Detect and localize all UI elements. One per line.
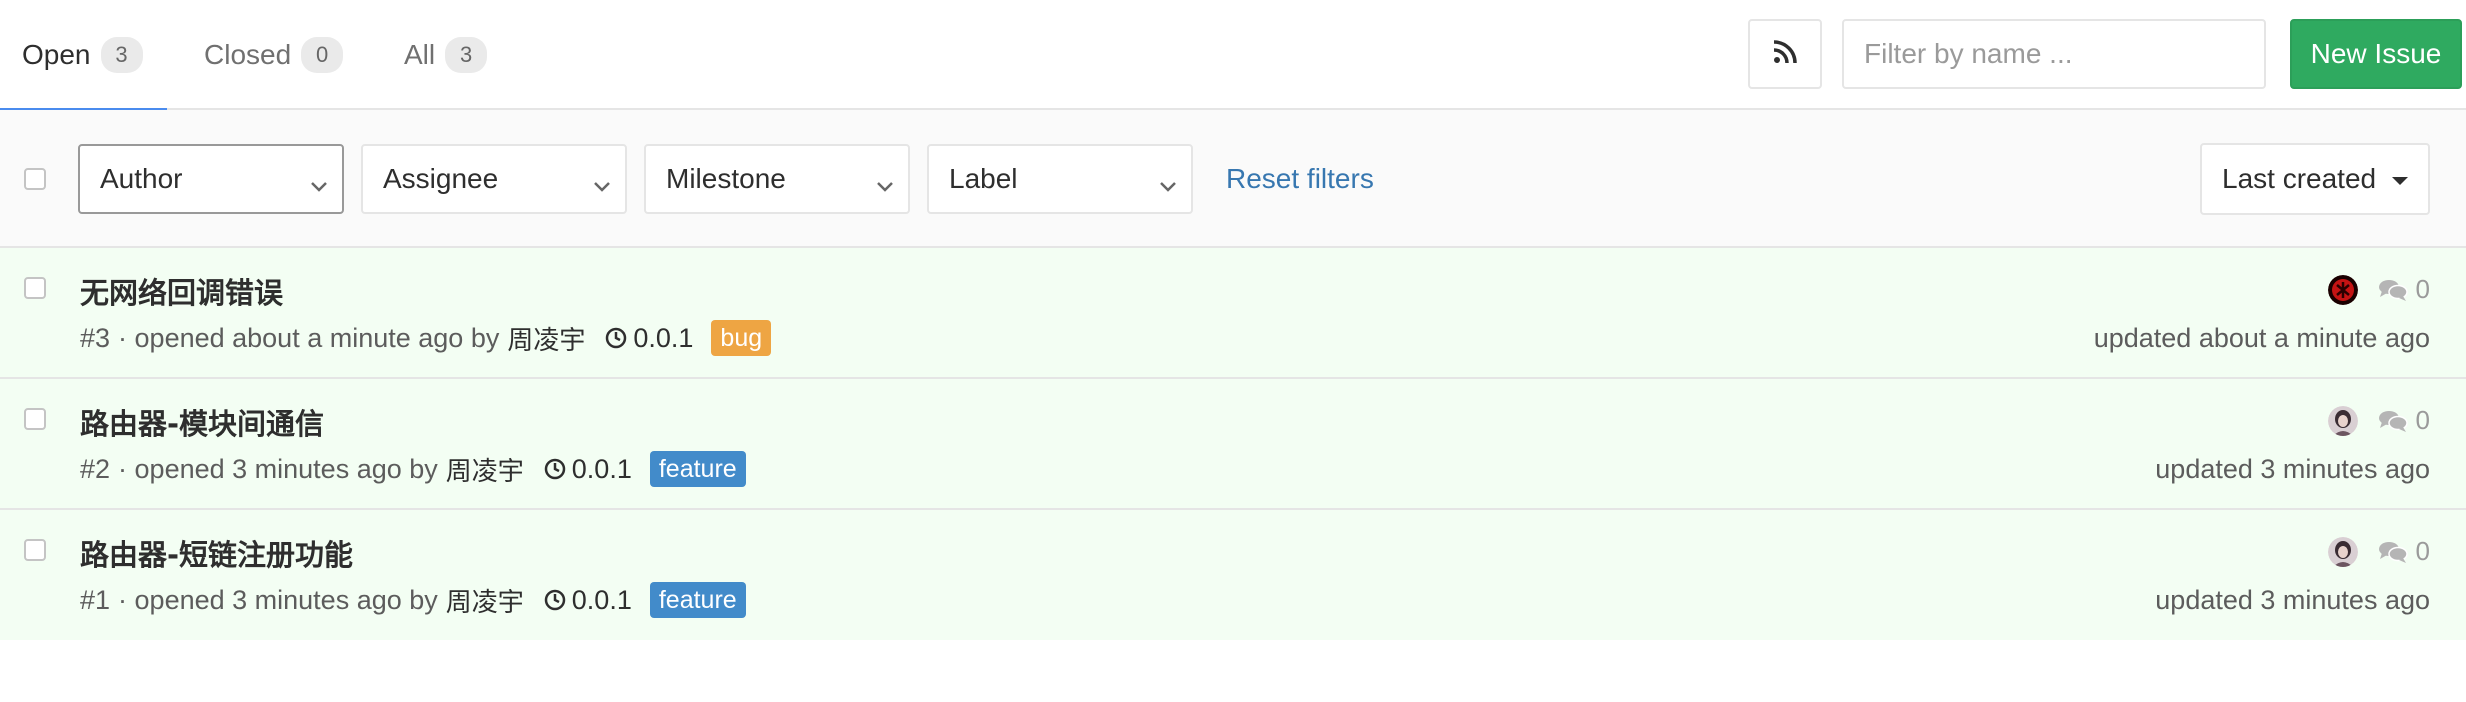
filters-bar: Author Assignee Milestone Label Reset fi…: [0, 110, 2466, 248]
milestone-dropdown-label: Milestone: [666, 163, 786, 194]
issue-checkbox[interactable]: [24, 408, 46, 430]
issue-checkbox[interactable]: [24, 277, 46, 299]
issue-updated: updated 3 minutes ago: [2155, 584, 2430, 615]
caret-down-icon: [2392, 177, 2408, 185]
issue-author-link[interactable]: 周凌宇: [507, 320, 585, 357]
rss-button[interactable]: [1748, 19, 1822, 89]
assignee-dropdown-label: Assignee: [383, 163, 499, 194]
issue-updated: updated about a minute ago: [2093, 322, 2430, 353]
issue-ref: #3: [80, 322, 111, 353]
issue-milestone[interactable]: 0.0.1: [544, 454, 632, 485]
issue-ref: #2: [80, 453, 111, 484]
tab-all-count: 3: [445, 37, 488, 73]
issue-right-info: 0: [2327, 536, 2430, 567]
avatar[interactable]: [2327, 274, 2358, 305]
milestone-dropdown[interactable]: Milestone: [644, 144, 910, 214]
chevron-down-icon: [310, 170, 328, 202]
issue-label-bug[interactable]: bug: [711, 320, 772, 356]
issue-milestone[interactable]: 0.0.1: [544, 585, 632, 616]
chevron-down-icon: [593, 170, 611, 202]
chevron-down-icon: [1159, 170, 1177, 202]
author-dropdown-label: Author: [100, 163, 183, 194]
comments-icon: [2378, 410, 2408, 432]
issue-checkbox[interactable]: [24, 539, 46, 561]
issue-opened-text: · opened 3 minutes ago by: [118, 453, 438, 484]
tab-all[interactable]: All 3: [382, 0, 509, 110]
issue-label-feature[interactable]: feature: [649, 451, 746, 487]
assignee-dropdown[interactable]: Assignee: [361, 144, 627, 214]
issue-title[interactable]: 无网络回调错误: [80, 270, 283, 312]
issue-right-info: 0: [2327, 274, 2430, 305]
issues-page: Open 3 Closed 0 All 3 New Issue: [0, 0, 2466, 702]
issue-row: 路由器-短链注册功能 #1 · opened 3 minutes ago by …: [0, 510, 2466, 640]
tab-all-label: All: [404, 39, 436, 70]
issue-author-link[interactable]: 周凌宇: [446, 451, 524, 488]
comments-icon: [2378, 541, 2408, 563]
issue-title[interactable]: 路由器-模块间通信: [80, 401, 324, 443]
tab-open[interactable]: Open 3: [0, 0, 167, 112]
issue-opened-text: · opened about a minute ago by: [118, 322, 500, 353]
issue-meta: #2 · opened 3 minutes ago by 周凌宇 0.0.1 f…: [80, 449, 746, 489]
label-dropdown-label: Label: [949, 163, 1018, 194]
issue-comments-count: 0: [2415, 274, 2430, 304]
avatar[interactable]: [2327, 405, 2358, 436]
issue-comments[interactable]: 0: [2378, 405, 2430, 436]
clock-icon: [606, 327, 627, 349]
tab-closed[interactable]: Closed 0: [182, 0, 365, 110]
issue-updated: updated 3 minutes ago: [2155, 453, 2430, 484]
clock-icon: [544, 589, 566, 611]
issue-comments-count: 0: [2415, 405, 2430, 435]
clock-icon: [544, 458, 566, 480]
issues-tabs-bar: Open 3 Closed 0 All 3 New Issue: [0, 0, 2466, 112]
tab-closed-label: Closed: [204, 39, 292, 70]
avatar[interactable]: [2327, 536, 2358, 567]
issue-comments[interactable]: 0: [2378, 274, 2430, 305]
select-all-checkbox[interactable]: [24, 168, 46, 190]
comments-icon: [2378, 279, 2408, 301]
issue-label-feature[interactable]: feature: [649, 582, 746, 618]
issue-title[interactable]: 路由器-短链注册功能: [80, 532, 353, 574]
issue-comments-count: 0: [2415, 536, 2430, 566]
issue-comments[interactable]: 0: [2378, 536, 2430, 567]
new-issue-button[interactable]: New Issue: [2290, 19, 2462, 89]
issue-right-info: 0: [2327, 405, 2430, 436]
issue-row: 路由器-模块间通信 #2 · opened 3 minutes ago by 周…: [0, 379, 2466, 510]
issue-meta: #1 · opened 3 minutes ago by 周凌宇 0.0.1 f…: [80, 580, 746, 620]
issue-milestone-label: 0.0.1: [571, 584, 632, 615]
issue-opened-text: · opened 3 minutes ago by: [118, 584, 438, 615]
tab-open-count: 3: [100, 37, 143, 73]
sort-dropdown-label: Last created: [2222, 163, 2377, 194]
chevron-down-icon: [876, 170, 894, 202]
issue-milestone-label: 0.0.1: [633, 322, 694, 353]
issue-meta: #3 · opened about a minute ago by 周凌宇 0.…: [80, 318, 772, 358]
tab-closed-count: 0: [301, 37, 344, 73]
issue-author-link[interactable]: 周凌宇: [446, 582, 524, 619]
author-dropdown[interactable]: Author: [78, 144, 344, 214]
issues-list: 无网络回调错误 #3 · opened about a minute ago b…: [0, 248, 2466, 640]
filter-by-name-input[interactable]: [1842, 19, 2266, 89]
reset-filters-link[interactable]: Reset filters: [1226, 144, 1374, 214]
label-dropdown[interactable]: Label: [927, 144, 1193, 214]
issue-milestone[interactable]: 0.0.1: [605, 323, 693, 354]
rss-icon: [1773, 39, 1797, 69]
sort-dropdown[interactable]: Last created: [2200, 143, 2430, 215]
issue-milestone-label: 0.0.1: [571, 453, 632, 484]
tab-open-label: Open: [22, 39, 91, 70]
issue-ref: #1: [80, 584, 111, 615]
issue-row: 无网络回调错误 #3 · opened about a minute ago b…: [0, 248, 2466, 379]
